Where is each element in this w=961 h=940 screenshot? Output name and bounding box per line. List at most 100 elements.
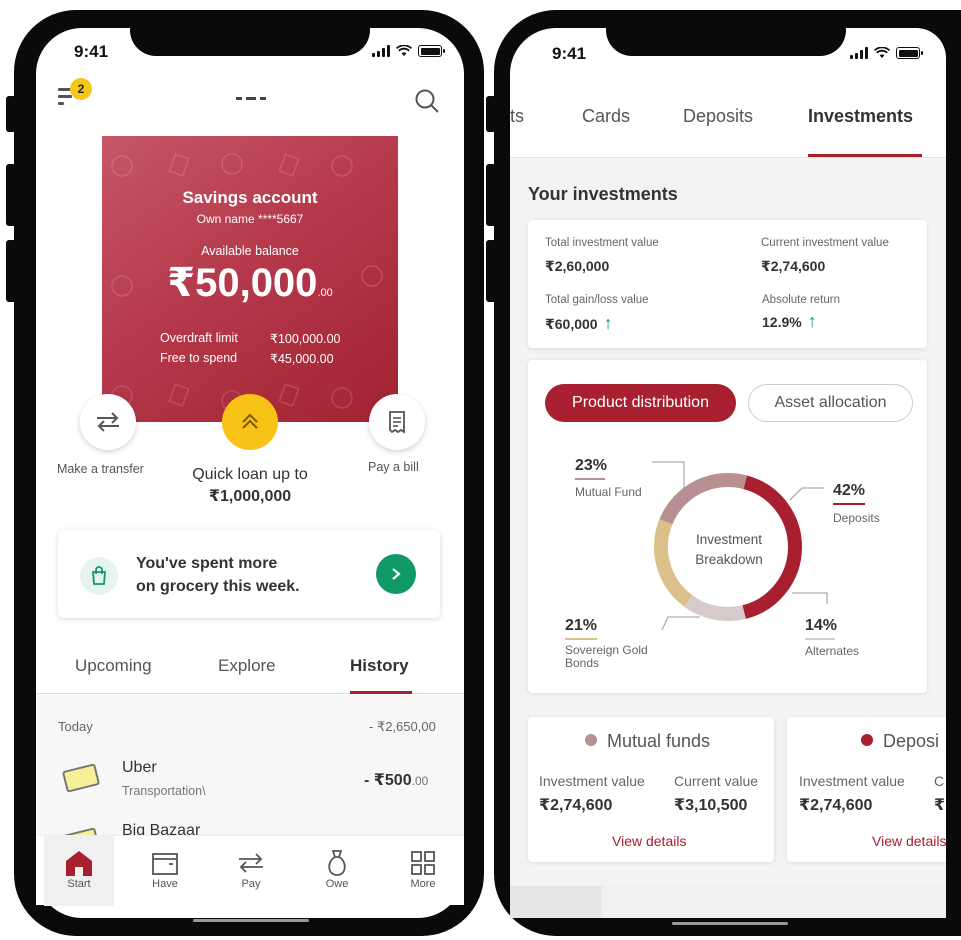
home-indicator (672, 922, 788, 925)
nav-pay[interactable]: Pay (216, 848, 286, 890)
donut-center-line-1: Investment (695, 532, 763, 547)
balance-main: ₹50,000 (167, 261, 318, 305)
investment-value-label: Investment value (799, 773, 905, 789)
faded-start-tab (510, 886, 602, 918)
active-tab-indicator (350, 691, 412, 694)
insight-line-2: on grocery this week. (136, 578, 300, 595)
fund-title-text: Mutual funds (607, 731, 711, 751)
absolute-return-value: 12.9% ↑ (762, 311, 817, 332)
home-indicator (193, 919, 309, 922)
transfer-icon (239, 853, 263, 873)
pay-bill-label[interactable]: Pay a bill (368, 460, 419, 474)
receipt-icon (389, 411, 405, 434)
insight-line-1: You've spent more (136, 555, 278, 572)
transfer-label[interactable]: Make a transfer (57, 462, 144, 476)
up-arrow-icon: ↑ (603, 313, 613, 333)
gold-bonds-percent: 21% (565, 617, 598, 634)
balance-label: Available balance (201, 244, 299, 258)
history-list: Today - ₹2,650,00 Uber Transportation\ -… (36, 695, 464, 857)
notification-badge: 2 (70, 78, 92, 100)
tab-accounts[interactable]: ts (510, 106, 524, 127)
nav-more[interactable]: More (388, 848, 458, 890)
gain-loss-label: Total gain/loss value (545, 294, 649, 306)
nav-label: Start (67, 878, 91, 890)
card-icon (61, 763, 101, 793)
view-details-link[interactable]: View details (872, 833, 946, 849)
status-time: 9:41 (74, 42, 109, 61)
tab-explore[interactable]: Explore (218, 656, 276, 676)
search-icon[interactable] (414, 88, 440, 114)
signal-icon (372, 45, 390, 57)
transaction-category: Transportation\ (122, 784, 206, 798)
gain-loss-value: ₹60,000 ↑ (545, 313, 613, 334)
mutual-fund-label: Mutual Fund (575, 485, 642, 499)
product-distribution-tab[interactable]: Product distribution (545, 384, 736, 422)
spending-insight-card[interactable]: You've spent more on grocery this week. (58, 530, 440, 618)
nav-label: Owe (325, 878, 349, 890)
deposits-underline (833, 503, 865, 505)
nav-label: Have (152, 878, 178, 890)
view-details-link[interactable]: View details (612, 833, 686, 849)
chevron-right-icon (392, 568, 401, 580)
free-to-spend-value: ₹45,000.00 (270, 352, 334, 366)
tab-history[interactable]: History (350, 656, 409, 676)
transaction-name: Uber (122, 759, 157, 776)
fund-title: Deposi (861, 731, 939, 752)
quick-loan-amount: ₹1,000,000 (208, 488, 292, 505)
current-value-label: Current value (674, 773, 759, 789)
quick-loan-prefix: Quick loan up to (192, 466, 308, 483)
tab-deposits[interactable]: Deposits (683, 106, 753, 127)
current-investment-value: ₹2,74,600 (761, 258, 826, 274)
left-phone-notch (130, 12, 370, 56)
active-tab-indicator (808, 154, 922, 157)
pay-bill-button[interactable] (369, 394, 425, 450)
alternates-underline (805, 638, 835, 640)
tab-upcoming[interactable]: Upcoming (75, 656, 152, 676)
bottom-navigation: Start Have Pay Owe More (36, 835, 464, 906)
fund-dot (861, 734, 873, 746)
deposits-label: Deposits (833, 511, 880, 525)
fund-dot (585, 734, 597, 746)
current-value: ₹3,10,500 (674, 797, 748, 814)
mutual-fund-underline (575, 478, 605, 480)
gain-loss-amount: ₹60,000 (545, 316, 598, 332)
wifi-icon (396, 45, 412, 56)
free-to-spend-row: Free to spend ₹45,000.00 (160, 351, 334, 366)
amount-decimals: .00 (411, 774, 429, 788)
wallet-icon (152, 853, 178, 875)
fund-title: Mutual funds (585, 731, 710, 752)
account-card[interactable]: Savings account Own name ****5667 Availa… (102, 136, 398, 422)
mutual-fund-percent: 23% (575, 457, 608, 474)
alternates-label: Alternates (805, 644, 860, 658)
insight-arrow-button[interactable] (376, 554, 416, 594)
transaction-amount: - ₹500.00 (364, 770, 428, 790)
nav-start[interactable]: Start (44, 836, 114, 906)
product-tabs: ts Cards Deposits Investments (510, 80, 946, 158)
alternates-percent: 14% (805, 617, 838, 634)
tab-cards[interactable]: Cards (582, 106, 630, 127)
tab-investments[interactable]: Investments (808, 106, 913, 127)
asset-allocation-tab[interactable]: Asset allocation (748, 384, 913, 422)
absolute-return-label: Absolute return (762, 294, 840, 306)
right-phone-notch (606, 12, 846, 56)
wifi-icon (874, 47, 890, 58)
mutual-funds-card[interactable]: Mutual funds Investment value ₹2,74,600 … (528, 717, 774, 862)
deposits-percent: 42% (833, 482, 866, 499)
balance-amount: ₹50,000.00 (102, 260, 398, 306)
current-value-label: C (934, 773, 945, 789)
brand-logo (236, 97, 266, 101)
quick-loan-text[interactable]: Quick loan up to ₹1,000,000 (190, 464, 310, 508)
nav-have[interactable]: Have (130, 848, 200, 890)
total-investment-value: ₹2,60,000 (545, 258, 610, 274)
history-day-total: - ₹2,650,00 (369, 719, 436, 734)
deposits-card[interactable]: Deposi Investment value ₹2,74,600 C ₹ Vi… (787, 717, 946, 862)
spending-insight-text: You've spent more on grocery this week. (136, 552, 300, 598)
transfer-button[interactable] (80, 394, 136, 450)
account-title: Savings account (182, 188, 318, 207)
investment-value-label: Investment value (539, 773, 645, 789)
status-time: 9:41 (552, 44, 587, 63)
nav-owe[interactable]: Owe (302, 848, 372, 890)
quick-loan-button[interactable] (222, 394, 278, 450)
total-investment-label: Total investment value (545, 237, 659, 249)
investment-summary-panel: Total investment value ₹2,60,000 Current… (528, 220, 927, 348)
